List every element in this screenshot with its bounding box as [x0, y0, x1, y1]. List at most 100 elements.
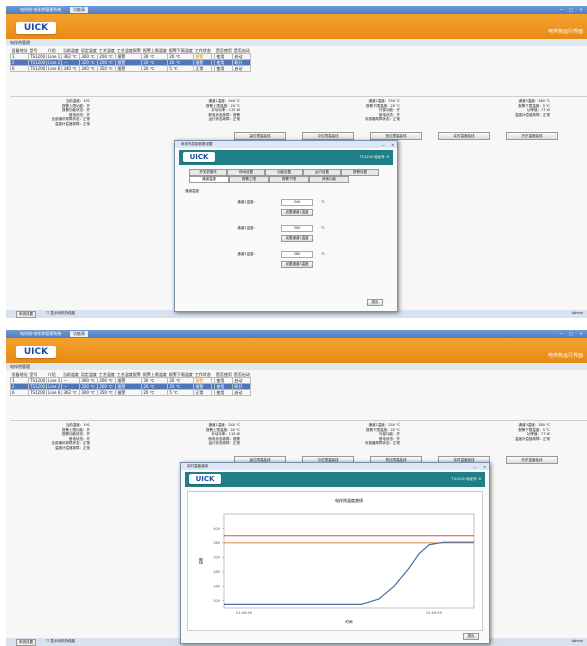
column-header: 设定温度	[80, 372, 97, 377]
column-header: 报警上限温度	[142, 48, 167, 53]
curve-button[interactable]: 历史温度曲线	[506, 132, 558, 140]
settings-tab[interactable]: 功能设置	[265, 169, 303, 176]
minimize-icon[interactable]: —	[557, 7, 565, 12]
column-header: 报警上限温度	[142, 372, 167, 377]
table-cell: 362 ℃	[61, 389, 81, 396]
y-tick-label: 320	[213, 556, 220, 560]
column-header: 工艺温度报警	[116, 48, 141, 53]
maximize-icon[interactable]: □	[567, 331, 575, 336]
chart-svg: 电伴热温度曲线 200 240 280 320 360 400 01:09:56 01:09:5…	[198, 497, 475, 624]
settings-button[interactable]: 系统设置	[16, 639, 36, 646]
uick-logo: UICK	[16, 22, 56, 34]
curve-button[interactable]: 历史温度曲线	[506, 456, 558, 464]
window-title: 电伴热·电伴热管理系统	[20, 7, 62, 12]
sub-tab[interactable]: 报警上限	[229, 176, 269, 183]
table-cell: 340 ℃	[79, 65, 99, 72]
close-icon[interactable]: ×	[577, 331, 585, 336]
user-label: Admin	[571, 311, 583, 315]
curve-dialog: 实时温度曲线 — × UICK TS1200 地址号: 6 电伴热温度曲线 200…	[180, 462, 490, 644]
page-label: 电伴热管理	[6, 363, 587, 370]
header-title: 电伴热运行界面	[547, 353, 583, 359]
settings-tab[interactable]: 运行设置	[303, 169, 341, 176]
table-cell: 300 ℃	[79, 389, 99, 396]
settings-tab[interactable]: 时间设置	[227, 169, 265, 176]
table-cell: 启动	[232, 389, 252, 396]
set-temp-button[interactable]: 设置通道3温度	[281, 261, 313, 268]
curve-button[interactable]: 低位限温曲线	[370, 132, 422, 140]
table-cell: TS1200	[27, 389, 48, 396]
sub-tab[interactable]: 其他功能	[309, 176, 349, 183]
column-header: 当前温度	[62, 48, 79, 53]
table-cell: 20 ℃	[141, 65, 169, 72]
settings-tab[interactable]: 报警设置	[341, 169, 379, 176]
table-cell: Line 1	[46, 53, 63, 60]
table-cell: 报警	[115, 389, 143, 396]
user-label: Admin	[571, 639, 583, 643]
x-tick-label: 01:09:56	[236, 611, 252, 615]
show-lines-checkbox[interactable]: ☐ 显示电伴热线路	[46, 311, 75, 316]
uick-logo: UICK	[183, 152, 215, 162]
window-tab[interactable]: 功能表	[70, 7, 88, 13]
table-cell: 5 ℃	[167, 389, 195, 396]
y-tick-label: 280	[213, 570, 220, 574]
set-temp-button[interactable]: 设置通道2温度	[281, 235, 313, 242]
x-axis-label: 时间	[346, 619, 354, 624]
dialog-titlebar: 电伴热控制参数设置 — ×	[175, 141, 397, 148]
section-label: 通道温度	[185, 189, 199, 193]
close-icon[interactable]: ×	[577, 7, 585, 12]
title-bar: 电伴热·电伴热管理系统 功能表 — □ ×	[6, 6, 587, 14]
set-temp-button[interactable]: 设置通道1温度	[281, 209, 313, 216]
page-label: 电伴热管理	[6, 39, 587, 46]
detail-panel: 当前温度：191 报警上限功能：开 报警功能状态：开 断电状态：开 全部通讯故障状态：正…	[10, 420, 587, 458]
settings-button[interactable]: 系统设置	[16, 311, 36, 318]
curve-button[interactable]: 高位限温曲线	[234, 132, 286, 140]
close-icon[interactable]: ×	[391, 142, 394, 149]
uick-logo: UICK	[16, 346, 56, 358]
y-tick-label: 400	[213, 527, 220, 531]
uick-logo: UICK	[189, 474, 221, 484]
window-title: 电伴热·电伴热管理系统	[20, 331, 62, 336]
table-row[interactable]: 6 TS1200 Line 6 362 ℃ 300 ℃ 350 ℃ 报警 20 ℃ 5 ℃ 正常使…	[10, 389, 252, 396]
maximize-icon[interactable]: □	[567, 7, 575, 12]
minimize-icon[interactable]: —	[382, 142, 386, 149]
table-cell: 5 ℃	[167, 65, 195, 72]
app-window-1: 电伴热·电伴热管理系统 功能表 — □ × UICK 电伴热运行界面 电伴热管理…	[6, 6, 587, 318]
table-cell: 正常	[193, 389, 213, 396]
device-table: 设备地址 型号 介绍 当前温度 设定温度 工艺温度 工艺温度报警 报警上限温度 报警下限温度 工作…	[10, 48, 252, 72]
sub-tab[interactable]: 通道温度	[189, 176, 229, 183]
settings-tab[interactable]: 开关机操作	[189, 169, 227, 176]
table-cell: Line 1	[46, 377, 63, 384]
y-tick-label: 200	[213, 599, 220, 603]
table-cell: 6	[10, 389, 29, 396]
table-cell: Line 2	[46, 383, 63, 390]
table-cell: 启动	[232, 65, 252, 72]
show-lines-checkbox[interactable]: ☐ 显示电伴热线路	[46, 639, 75, 644]
minimize-icon[interactable]: —	[474, 464, 478, 471]
x-tick-label: 01:09:59	[426, 611, 442, 615]
minimize-icon[interactable]: —	[557, 331, 565, 336]
param-dialog: 电伴热控制参数设置 — × UICK TS1200 地址号: 6 开关机操作 时间…	[174, 140, 398, 312]
detail-line: 温度补偿值故障：正常	[55, 121, 90, 126]
close-icon[interactable]: ×	[483, 464, 486, 471]
curve-button[interactable]: 中位限温曲线	[302, 132, 354, 140]
temp-input[interactable]: 380	[281, 251, 313, 258]
unit-label: ℃	[321, 226, 325, 230]
detail-line: 温度补偿值故障：正常	[515, 112, 550, 117]
exit-button[interactable]: 退出	[463, 633, 479, 640]
detail-line: 运行状态故障：正常	[208, 117, 241, 121]
detail-line: 温度补偿值故障：正常	[515, 436, 550, 441]
chart-title: 电伴热温度曲线	[335, 497, 363, 503]
curve-button[interactable]: 实时温度曲线	[438, 132, 490, 140]
sub-tab[interactable]: 报警下限	[269, 176, 309, 183]
column-header: 当前温度	[62, 372, 79, 377]
window-tab[interactable]: 功能表	[70, 331, 88, 337]
detail-line: 运行状态故障：正常	[208, 441, 241, 445]
temp-input[interactable]: 340	[281, 199, 313, 206]
table-cell: Line 6	[46, 389, 63, 396]
table-cell: TS1200	[27, 59, 48, 66]
table-row[interactable]: 6 TS1200 Line 6 340 ℃ 340 ℃ 350 ℃ 报警 20 ℃ 5 ℃ 正常使…	[10, 65, 252, 72]
temp-input[interactable]: 350	[281, 225, 313, 232]
column-header: 设备地址	[11, 372, 28, 377]
table-cell: Line 2	[46, 59, 63, 66]
exit-button[interactable]: 退出	[367, 299, 383, 306]
